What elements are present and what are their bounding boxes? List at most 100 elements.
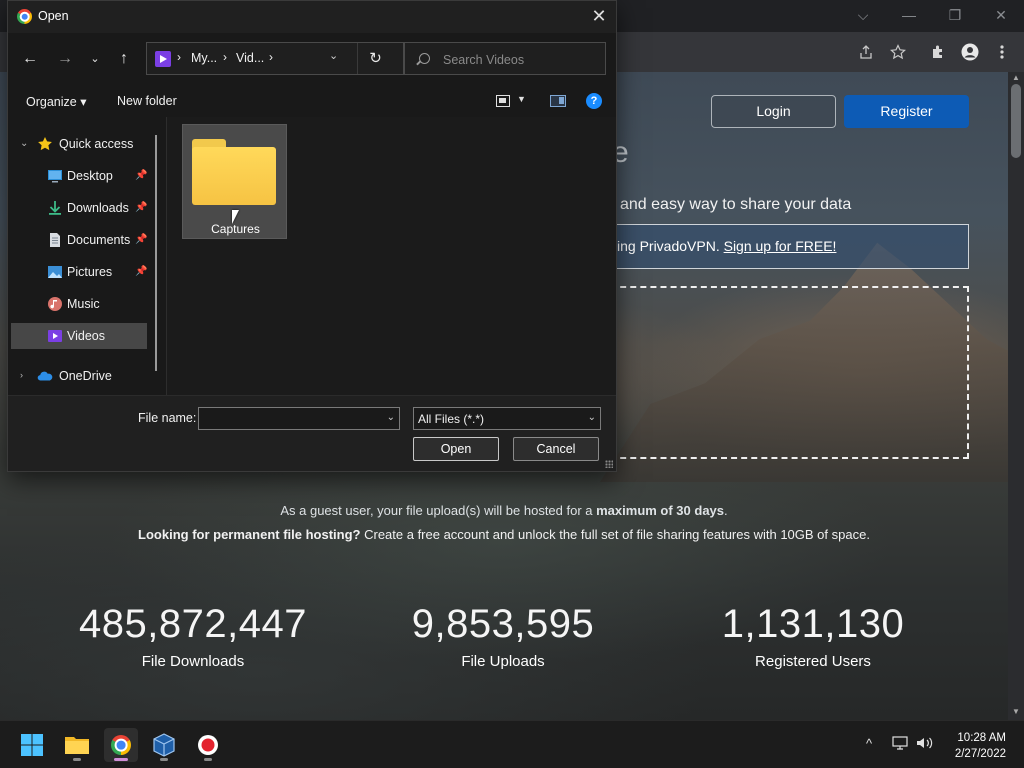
sidebar-item-onedrive[interactable]: › OneDrive <box>11 363 147 389</box>
chrome-icon <box>111 735 131 755</box>
menu-icon[interactable] <box>990 40 1014 64</box>
start-button[interactable] <box>15 728 49 762</box>
permanent-hosting-text: Create a free account and unlock the ful… <box>360 527 870 542</box>
sidebar-item-label: Documents <box>67 233 131 247</box>
share-icon[interactable] <box>854 40 878 64</box>
address-dropdown-icon[interactable]: ⌄ <box>329 49 338 62</box>
restore-icon[interactable]: ❐ <box>940 4 970 26</box>
sidebar-item-label: Quick access <box>59 137 134 151</box>
mouse-cursor-icon <box>232 210 239 224</box>
resize-grip-icon[interactable] <box>605 460 613 468</box>
pin-icon[interactable]: 📌 <box>135 266 147 277</box>
view-options-chevron-icon[interactable]: ▼ <box>517 94 526 104</box>
show-hidden-icons-chevron-icon[interactable]: ^ <box>866 736 872 751</box>
pin-icon[interactable]: 📌 <box>135 170 147 181</box>
navigation-pane-scrollbar[interactable] <box>155 135 157 371</box>
close-window-icon[interactable]: ✕ <box>986 4 1016 26</box>
pin-icon[interactable]: 📌 <box>135 202 147 213</box>
search-input[interactable] <box>443 51 599 68</box>
videos-library-icon <box>155 51 171 67</box>
pictures-icon <box>48 266 62 278</box>
chevron-down-icon[interactable]: ⌄ <box>387 412 395 423</box>
page-tagline: and easy way to share your data <box>620 196 852 213</box>
guest-note: As a guest user, your file upload(s) wil… <box>0 503 1008 518</box>
sidebar-item-videos[interactable]: Videos <box>11 323 147 349</box>
taskbar-screen-recorder[interactable] <box>191 728 225 762</box>
minimize-icon[interactable]: — <box>894 4 924 26</box>
file-name-input[interactable] <box>203 411 383 427</box>
tab-search-icon[interactable]: ⌵ <box>848 4 878 26</box>
sidebar-item-desktop[interactable]: Desktop 📌 <box>11 163 147 189</box>
search-box[interactable] <box>404 42 606 75</box>
new-folder-button[interactable]: New folder <box>117 94 177 108</box>
forward-arrow-icon[interactable]: → <box>52 47 78 71</box>
folder-icon <box>192 147 276 205</box>
cloud-icon <box>37 371 53 381</box>
sidebar-item-pictures[interactable]: Pictures 📌 <box>11 259 147 285</box>
vpn-banner-text: ing PrivadoVPN. <box>617 238 724 254</box>
address-bar[interactable]: › My... › Vid... › ⌄ ↻ <box>146 42 404 75</box>
network-icon[interactable] <box>892 736 908 753</box>
breadcrumb-item[interactable]: My... <box>191 51 217 65</box>
scroll-thumb[interactable] <box>1011 84 1021 158</box>
breadcrumb-separator-icon[interactable]: › <box>269 50 273 64</box>
breadcrumb-item[interactable]: Vid... <box>236 51 264 65</box>
taskbar-virtualbox[interactable] <box>147 728 181 762</box>
page-scrollbar[interactable]: ▲ ▼ <box>1008 72 1024 720</box>
scroll-up-icon[interactable]: ▲ <box>1008 72 1024 84</box>
system-clock[interactable]: 10:28 AM 2/27/2022 <box>930 730 1006 762</box>
taskbar-file-explorer[interactable] <box>60 728 94 762</box>
register-button[interactable]: Register <box>844 95 969 128</box>
breadcrumb-separator-icon: › <box>177 50 181 64</box>
running-indicator <box>160 758 168 761</box>
collapsed-chevron-icon[interactable]: › <box>20 370 23 380</box>
upload-dropzone[interactable] <box>600 286 969 459</box>
stat-uploads: 9,853,595 File Uploads <box>373 602 633 670</box>
record-icon <box>198 735 218 755</box>
open-button[interactable]: Open <box>413 437 499 461</box>
up-arrow-icon[interactable]: ↑ <box>111 47 137 71</box>
file-type-value: All Files (*.*) <box>418 412 485 426</box>
sidebar-item-label: Pictures <box>67 265 113 279</box>
organize-button[interactable]: Organize ▾ <box>26 94 86 109</box>
stat-label: File Downloads <box>141 653 245 670</box>
scroll-down-icon[interactable]: ▼ <box>1008 706 1024 718</box>
login-button[interactable]: Login <box>711 95 836 128</box>
recent-locations-chevron-icon[interactable]: ⌄ <box>82 47 108 71</box>
active-indicator <box>114 758 128 761</box>
breadcrumb-separator-icon: › <box>223 50 227 64</box>
file-name-combobox[interactable]: ⌄ <box>198 407 400 430</box>
sidebar-item-music[interactable]: Music <box>11 291 147 317</box>
stat-value: 485,872,447 <box>79 602 307 646</box>
open-file-dialog: Open ✕ ← → ⌄ ↑ › My... › Vid... › ⌄ ↻ Or… <box>7 0 617 472</box>
change-view-icon[interactable] <box>496 95 510 107</box>
search-icon <box>419 53 430 64</box>
download-icon <box>49 201 61 215</box>
chevron-down-icon[interactable]: ⌄ <box>588 412 596 423</box>
chrome-icon <box>17 9 32 24</box>
guest-note-end: . <box>724 503 728 518</box>
pin-icon[interactable]: 📌 <box>135 234 147 245</box>
sidebar-item-label: Desktop <box>67 169 113 183</box>
file-type-select[interactable]: All Files (*.*) ⌄ <box>413 407 601 430</box>
bookmark-star-icon[interactable] <box>886 40 910 64</box>
taskbar: ^ 10:28 AM 2/27/2022 <box>0 720 1024 768</box>
windows-logo-icon <box>21 734 43 756</box>
guest-note-limit: maximum of 30 days <box>596 503 725 518</box>
preview-pane-icon[interactable] <box>550 95 566 107</box>
expanded-chevron-icon[interactable]: ⌄ <box>20 138 28 149</box>
back-arrow-icon[interactable]: ← <box>17 47 43 71</box>
close-icon[interactable]: ✕ <box>588 6 610 28</box>
sidebar-item-documents[interactable]: Documents 📌 <box>11 227 147 253</box>
dialog-title: Open <box>38 9 69 23</box>
cancel-button[interactable]: Cancel <box>513 437 599 461</box>
desktop-icon <box>48 170 62 183</box>
help-icon[interactable]: ? <box>586 93 602 109</box>
extensions-icon[interactable] <box>926 40 950 64</box>
taskbar-chrome[interactable] <box>104 728 138 762</box>
profile-icon[interactable] <box>958 40 982 64</box>
refresh-icon[interactable]: ↻ <box>357 43 393 74</box>
sidebar-item-downloads[interactable]: Downloads 📌 <box>11 195 147 221</box>
vpn-signup-link[interactable]: Sign up for FREE! <box>724 238 837 254</box>
sidebar-item-quick-access[interactable]: ⌄ Quick access <box>11 131 147 157</box>
